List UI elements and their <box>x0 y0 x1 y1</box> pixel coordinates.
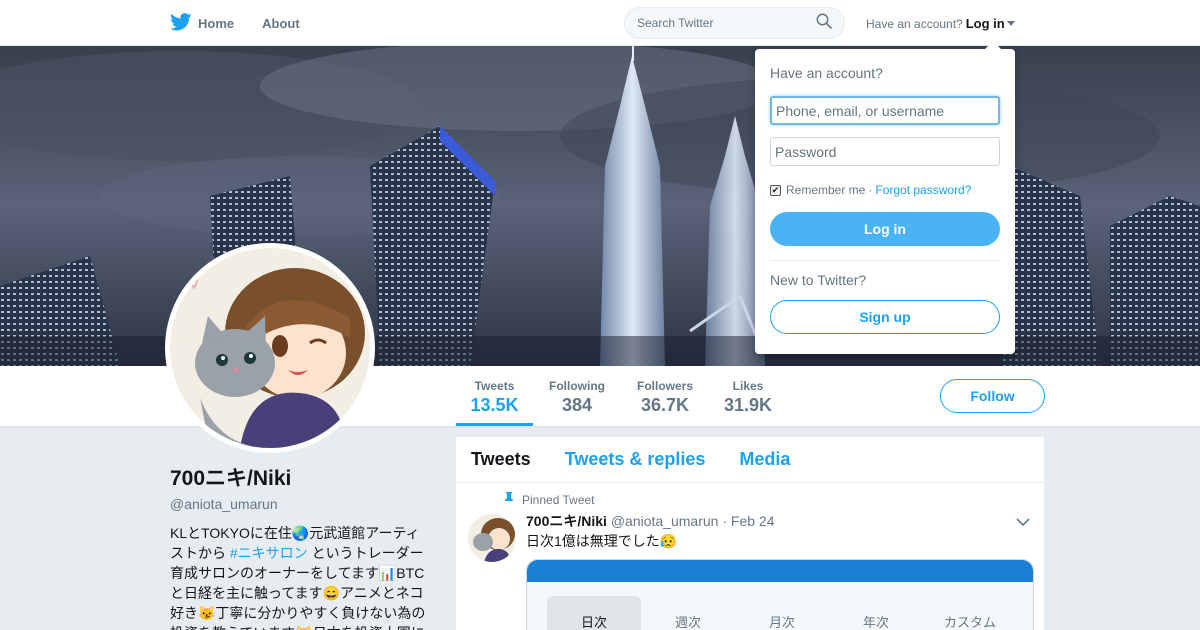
timeline-tabs: Tweets Tweets & replies Media <box>456 437 1044 483</box>
account-prompt: Have an account? <box>866 17 963 31</box>
stat-label: Followers <box>636 379 693 393</box>
tweet-author-name[interactable]: 700ニキ/Niki <box>526 513 607 529</box>
stat-label: Likes <box>732 379 764 393</box>
stat-likes[interactable]: Likes 31.9K <box>718 366 778 426</box>
tweet-date[interactable]: · Feb 24 <box>722 513 774 529</box>
follow-button[interactable]: Follow <box>940 379 1045 413</box>
top-navigation-bar: Home About Search Twitter Have an accoun… <box>0 0 1200 46</box>
media-tab-row: 日次 週次 月次 年次 カスタム <box>547 596 1017 630</box>
password-field[interactable]: Password <box>770 137 1000 166</box>
stat-followers[interactable]: Followers 36.7K <box>630 366 700 426</box>
username-field[interactable]: Phone, email, or username <box>770 96 1000 125</box>
tweet-media-image[interactable]: 日次 週次 月次 年次 カスタム <box>526 559 1034 630</box>
pinned-tweet-label: Pinned Tweet <box>504 492 595 508</box>
tweet-text: 日次1億は無理でした😥 <box>526 533 678 549</box>
stat-label: Following <box>549 379 605 393</box>
remember-label[interactable]: Remember me <box>786 183 865 197</box>
caret-down-icon[interactable] <box>1006 21 1015 26</box>
separator-dot: · <box>868 183 873 197</box>
login-button[interactable]: Log in <box>770 212 1000 246</box>
signup-button[interactable]: Sign up <box>770 300 1000 334</box>
tab-media[interactable]: Media <box>739 449 790 470</box>
bio-hashtag-link[interactable]: #ニキサロン <box>230 545 308 561</box>
search-icon[interactable] <box>816 13 832 34</box>
search-input[interactable]: Search Twitter <box>624 7 845 39</box>
nav-about-link[interactable]: About <box>262 16 300 31</box>
nav-left: Home About <box>170 0 328 46</box>
divider <box>770 260 1000 261</box>
nav-about-label: About <box>262 15 300 31</box>
timeline: Tweets Tweets & replies Media Pinned Twe… <box>456 437 1044 630</box>
stat-value: 384 <box>561 395 593 415</box>
profile-avatar[interactable] <box>165 243 375 453</box>
media-tab: カスタム <box>943 615 996 630</box>
stat-value: 13.5K <box>470 395 519 415</box>
stat-tweets[interactable]: Tweets 13.5K <box>456 366 533 426</box>
tweet-author-handle[interactable]: @aniota_umarun <box>611 513 719 529</box>
pin-icon <box>504 492 522 508</box>
stat-value: 31.9K <box>723 395 773 415</box>
password-placeholder: Password <box>775 143 837 160</box>
profile-name[interactable]: 700ニキ/Niki <box>170 462 432 492</box>
tab-tweets-and-replies[interactable]: Tweets & replies <box>565 449 706 470</box>
nav-home-link[interactable]: Home <box>170 12 235 34</box>
media-tab: 年次 <box>862 615 889 630</box>
pinned-text: Pinned Tweet <box>522 493 595 507</box>
profile-bio: KLとTOKYOに在住🌏元武道館アーティストから #ニキサロン というトレーダー… <box>170 523 432 630</box>
profile-handle[interactable]: @aniota_umarun <box>170 496 432 512</box>
media-tab: 週次 <box>674 615 701 630</box>
login-dropdown-title: Have an account? <box>770 65 883 81</box>
stat-label: Tweets <box>474 379 515 393</box>
new-to-twitter-label: New to Twitter? <box>770 272 867 288</box>
media-header-bar <box>527 560 1033 582</box>
profile-info: 700ニキ/Niki @aniota_umarun KLとTOKYOに在住🌏元武… <box>170 462 432 630</box>
remember-checkbox[interactable]: ✔ <box>770 184 781 196</box>
tweet-avatar[interactable] <box>468 514 516 562</box>
stat-following[interactable]: Following 384 <box>542 366 612 426</box>
login-menu-toggle[interactable]: Log in <box>966 16 1005 31</box>
tab-tweets[interactable]: Tweets <box>471 449 531 470</box>
login-dropdown: Have an account? Phone, email, or userna… <box>755 41 1015 354</box>
media-tab: 月次 <box>768 615 795 630</box>
twitter-bird-icon <box>170 12 198 34</box>
stat-value: 36.7K <box>640 395 690 415</box>
nav-home-label: Home <box>198 15 235 31</box>
remember-row: ✔ Remember me · Forgot password? <box>770 183 971 197</box>
media-tab: 日次 <box>547 596 641 630</box>
forgot-password-link[interactable]: Forgot password? <box>875 183 971 197</box>
username-placeholder: Phone, email, or username <box>776 102 945 119</box>
search-placeholder: Search Twitter <box>637 16 714 30</box>
account-menu: Have an account? Log in <box>866 16 1015 31</box>
tweet-header: 700ニキ/Niki @aniota_umarun · Feb 24 <box>526 511 774 531</box>
chevron-down-icon[interactable] <box>1016 514 1030 532</box>
